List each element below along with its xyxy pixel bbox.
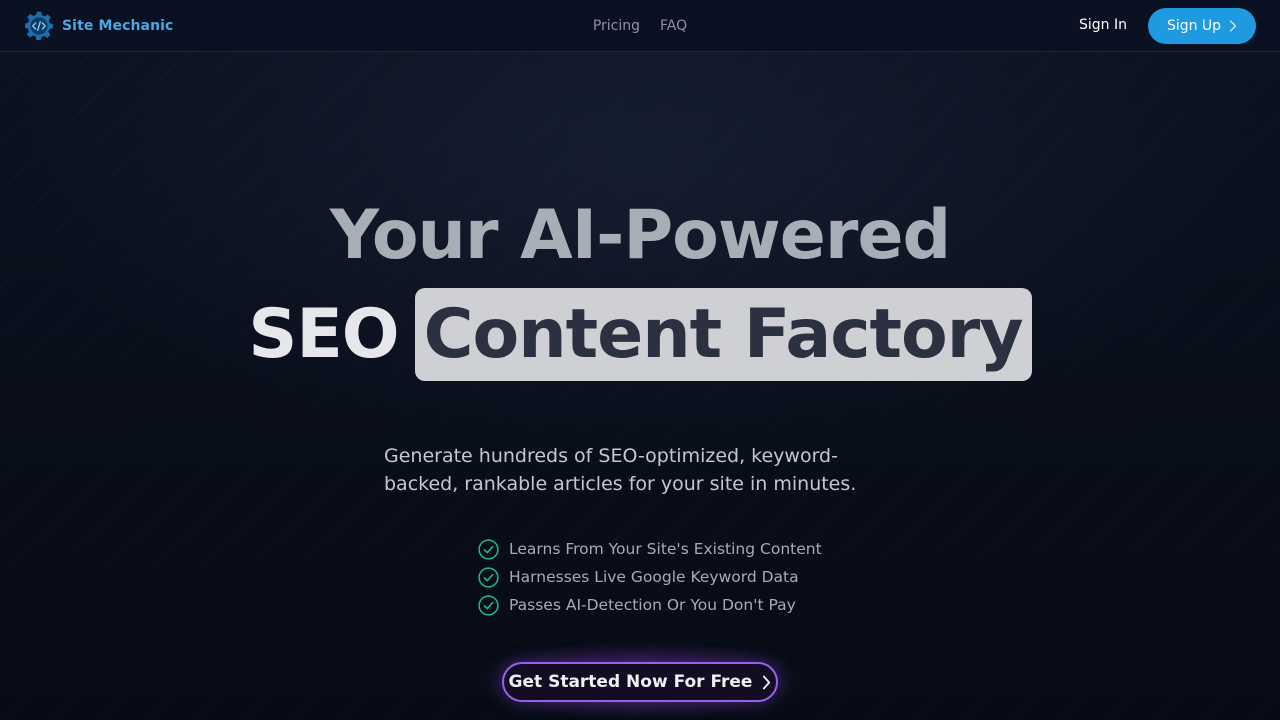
check-circle-icon: [478, 538, 499, 560]
brand-name: Site Mechanic: [62, 18, 174, 34]
feature-list: Learns From Your Site's Existing Content…: [478, 535, 858, 619]
hero-subtitle: Generate hundreds of SEO-optimized, keyw…: [384, 445, 857, 495]
feature-item: Learns From Your Site's Existing Content: [478, 535, 858, 563]
feature-text: Passes AI-Detection Or You Don't Pay: [509, 596, 796, 614]
feature-item: Harnesses Live Google Keyword Data: [478, 563, 858, 591]
get-started-button[interactable]: Get Started Now For Free: [502, 662, 778, 702]
code-gear-icon: [25, 11, 53, 41]
chevron-right-icon: [763, 675, 771, 689]
sign-up-button[interactable]: Sign Up: [1148, 8, 1256, 44]
headline-line1: Your AI-Powered: [329, 196, 951, 275]
nav-link-pricing[interactable]: Pricing: [593, 18, 640, 34]
landing-page: Site Mechanic Pricing FAQ Sign In Sign U…: [0, 0, 1280, 720]
feature-item: Passes AI-Detection Or You Don't Pay: [478, 591, 858, 619]
brand-logo-link[interactable]: Site Mechanic: [24, 11, 173, 41]
top-nav: Site Mechanic Pricing FAQ Sign In Sign U…: [0, 0, 1280, 52]
check-circle-icon: [478, 566, 499, 588]
nav-link-faq[interactable]: FAQ: [660, 18, 687, 34]
sign-in-link[interactable]: Sign In: [1079, 17, 1127, 33]
headline-line2: SEO Content Factory: [0, 288, 1280, 381]
headline-highlight: Content Factory: [414, 288, 1032, 381]
sign-up-label: Sign Up: [1166, 18, 1222, 34]
get-started-label: Get Started Now For Free: [508, 672, 753, 692]
feature-text: Harnesses Live Google Keyword Data: [509, 568, 799, 586]
chevron-right-icon: [1229, 20, 1237, 32]
feature-text: Learns From Your Site's Existing Content: [509, 540, 822, 558]
check-circle-icon: [478, 594, 499, 616]
headline-word: SEO: [248, 295, 399, 374]
